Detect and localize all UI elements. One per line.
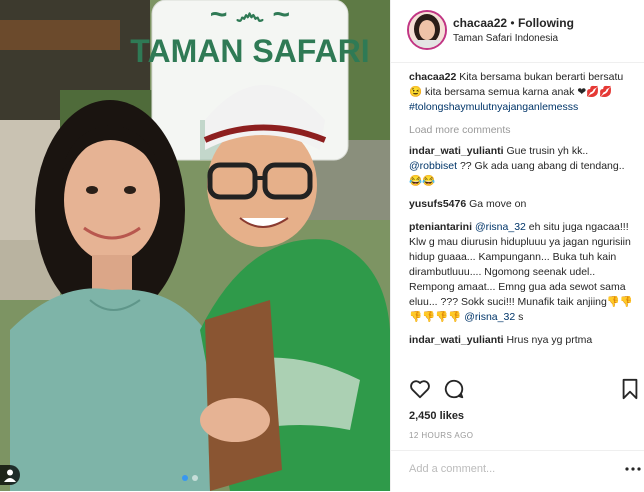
comment-text: eh situ juga ngacaa!!! Klw g mau diurusi… [409,221,634,323]
comment-username[interactable]: indar_wati_yulianti [409,145,504,157]
comment-text: Ga move on [469,198,527,210]
carousel-dot [192,475,198,481]
caption-username[interactable]: chacaa22 [409,71,456,83]
add-comment-input[interactable] [407,462,611,476]
sign-logo: ~ ෴ ~ [210,0,290,31]
post-sidebar: chacaa22 • Following Taman Safari Indone… [390,0,644,491]
carousel-indicator [182,475,198,481]
comment-text: Hrus nya yg prtma [506,334,593,346]
comment-icon[interactable] [443,378,465,400]
caption: chacaa22 Kita bersama bukan berarti bers… [409,70,639,115]
carousel-dot-active [182,475,188,481]
avatar-image [409,12,445,48]
comments-list: chacaa22 Kita bersama bukan berarti bers… [409,70,639,356]
person-icon [4,469,16,482]
comment-text: Gue trusin yh kk.. [506,145,589,157]
following-button[interactable]: Following [518,16,574,30]
comment-mention[interactable]: @risna_32 [464,311,515,323]
comment-mention[interactable]: @risna_32 [475,221,526,233]
header-separator: • [510,16,515,30]
comment-item: indar_wati_yulianti Hrus nya yg prtma [409,333,639,348]
post-photo-illustration: ~ ෴ ~ TAMAN SAFARI [0,0,390,491]
location-link[interactable]: Taman Safari Indonesia [453,33,558,44]
comment-username[interactable]: indar_wati_yulianti [409,334,504,346]
tagged-user-badge[interactable] [0,465,20,485]
post-header: chacaa22 • Following Taman Safari Indone… [391,0,644,63]
comment-text: s [518,311,524,323]
avatar[interactable] [407,10,447,50]
bookmark-icon[interactable] [621,378,639,400]
caption-hashtag[interactable]: #tolongshaymulutnyajanganlemesss [409,101,578,113]
post-timestamp[interactable]: 12 HOURS AGO [409,431,473,440]
header-username[interactable]: chacaa22 [453,16,507,30]
post-photo[interactable]: ~ ෴ ~ TAMAN SAFARI [0,0,390,491]
comment-username[interactable]: yusufs5476 [409,198,466,210]
comment-mention[interactable]: @robbiset [409,160,457,172]
likes-count[interactable]: 2,450 likes [409,410,464,422]
sign-text: TAMAN SAFARI [130,33,369,69]
comment-item: indar_wati_yulianti Gue trusin yh kk.. @… [409,144,639,189]
add-comment-bar [391,450,644,492]
heart-icon[interactable] [409,378,431,400]
comment-item: pteniantarini @risna_32 eh situ juga nga… [409,220,639,325]
load-more-comments-link[interactable]: Load more comments [409,123,639,138]
comment-username[interactable]: pteniantarini [409,221,472,233]
post-actions [391,378,644,402]
more-options-icon[interactable] [625,466,641,472]
comment-item: yusufs5476 Ga move on [409,197,639,212]
